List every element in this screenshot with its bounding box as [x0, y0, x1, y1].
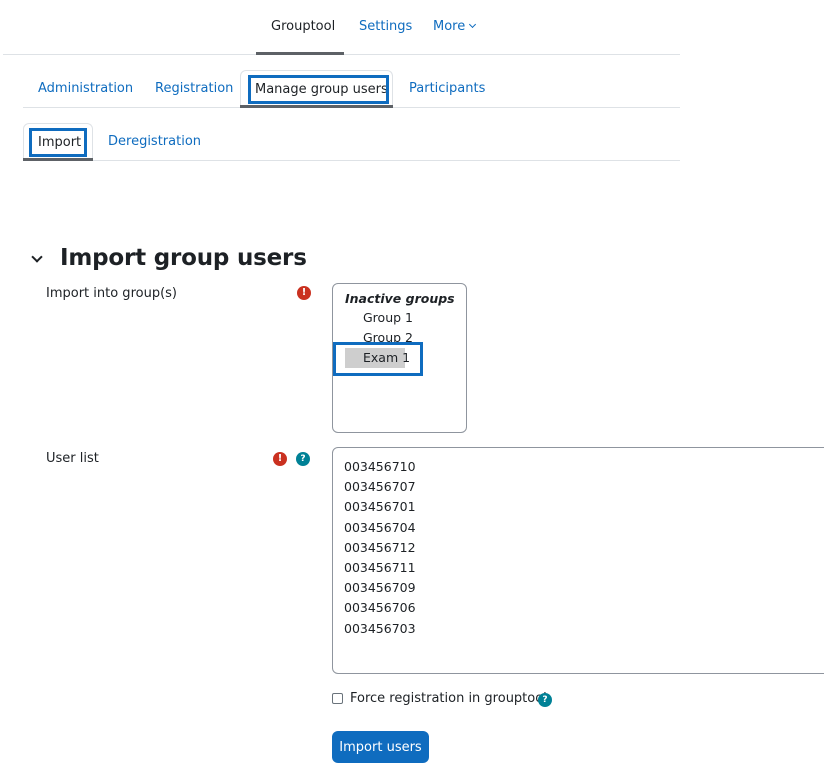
userlist-line: 003456711: [344, 559, 416, 575]
help-icon[interactable]: ?: [296, 452, 310, 466]
userlist-line: 003456707: [344, 479, 416, 495]
groups-field-label: Import into group(s): [46, 286, 177, 301]
nav-item-settings[interactable]: Settings: [359, 19, 412, 34]
tab-participants[interactable]: Participants: [409, 81, 485, 96]
nav-active-indicator: [256, 52, 344, 55]
nav-item-grouptool[interactable]: Grouptool: [271, 19, 335, 34]
subtab-active-indicator: [23, 158, 93, 161]
userlist-line: 003456710: [344, 459, 416, 474]
option-exam-1[interactable]: Exam 1: [345, 348, 410, 368]
force-registration-label[interactable]: Force registration in grouptool: [350, 691, 547, 706]
userlist-line: 003456712: [344, 539, 416, 555]
tab-registration[interactable]: Registration: [155, 81, 233, 96]
option-group-2[interactable]: Group 2: [345, 328, 413, 348]
userlist-line: 003456706: [344, 600, 416, 616]
userlist-textarea[interactable]: 003456710 003456707 003456701 003456704 …: [332, 447, 824, 674]
help-icon[interactable]: ?: [538, 693, 552, 707]
tab-active-indicator: [240, 105, 393, 108]
groups-select[interactable]: Inactive groups Group 1 Group 2 Exam 1: [332, 283, 467, 433]
required-icon: !: [297, 286, 311, 300]
subtab-deregistration[interactable]: Deregistration: [108, 134, 201, 149]
option-group-1[interactable]: Group 1: [345, 308, 413, 328]
subtab-import[interactable]: Import: [38, 135, 81, 150]
chevron-down-icon[interactable]: [31, 251, 43, 263]
userlist-line: 003456704: [344, 519, 416, 535]
chevron-down-icon: [469, 20, 477, 29]
import-users-button[interactable]: Import users: [332, 731, 429, 763]
required-icon: !: [273, 452, 287, 466]
userlist-line: 003456701: [344, 499, 416, 515]
nav-item-more-label: More: [433, 19, 466, 34]
subtab-bar-divider: [23, 160, 680, 161]
userlist-line: 003456709: [344, 580, 416, 596]
userlist-field-label: User list: [46, 451, 99, 466]
tab-manage-group-users[interactable]: Manage group users: [255, 82, 388, 97]
optgroup-inactive-groups: Inactive groups: [345, 291, 455, 306]
tab-administration[interactable]: Administration: [38, 81, 133, 96]
nav-item-more[interactable]: More: [433, 19, 477, 34]
force-registration-checkbox[interactable]: [332, 693, 343, 704]
section-title: Import group users: [60, 245, 307, 271]
userlist-line: 003456703: [344, 620, 416, 636]
